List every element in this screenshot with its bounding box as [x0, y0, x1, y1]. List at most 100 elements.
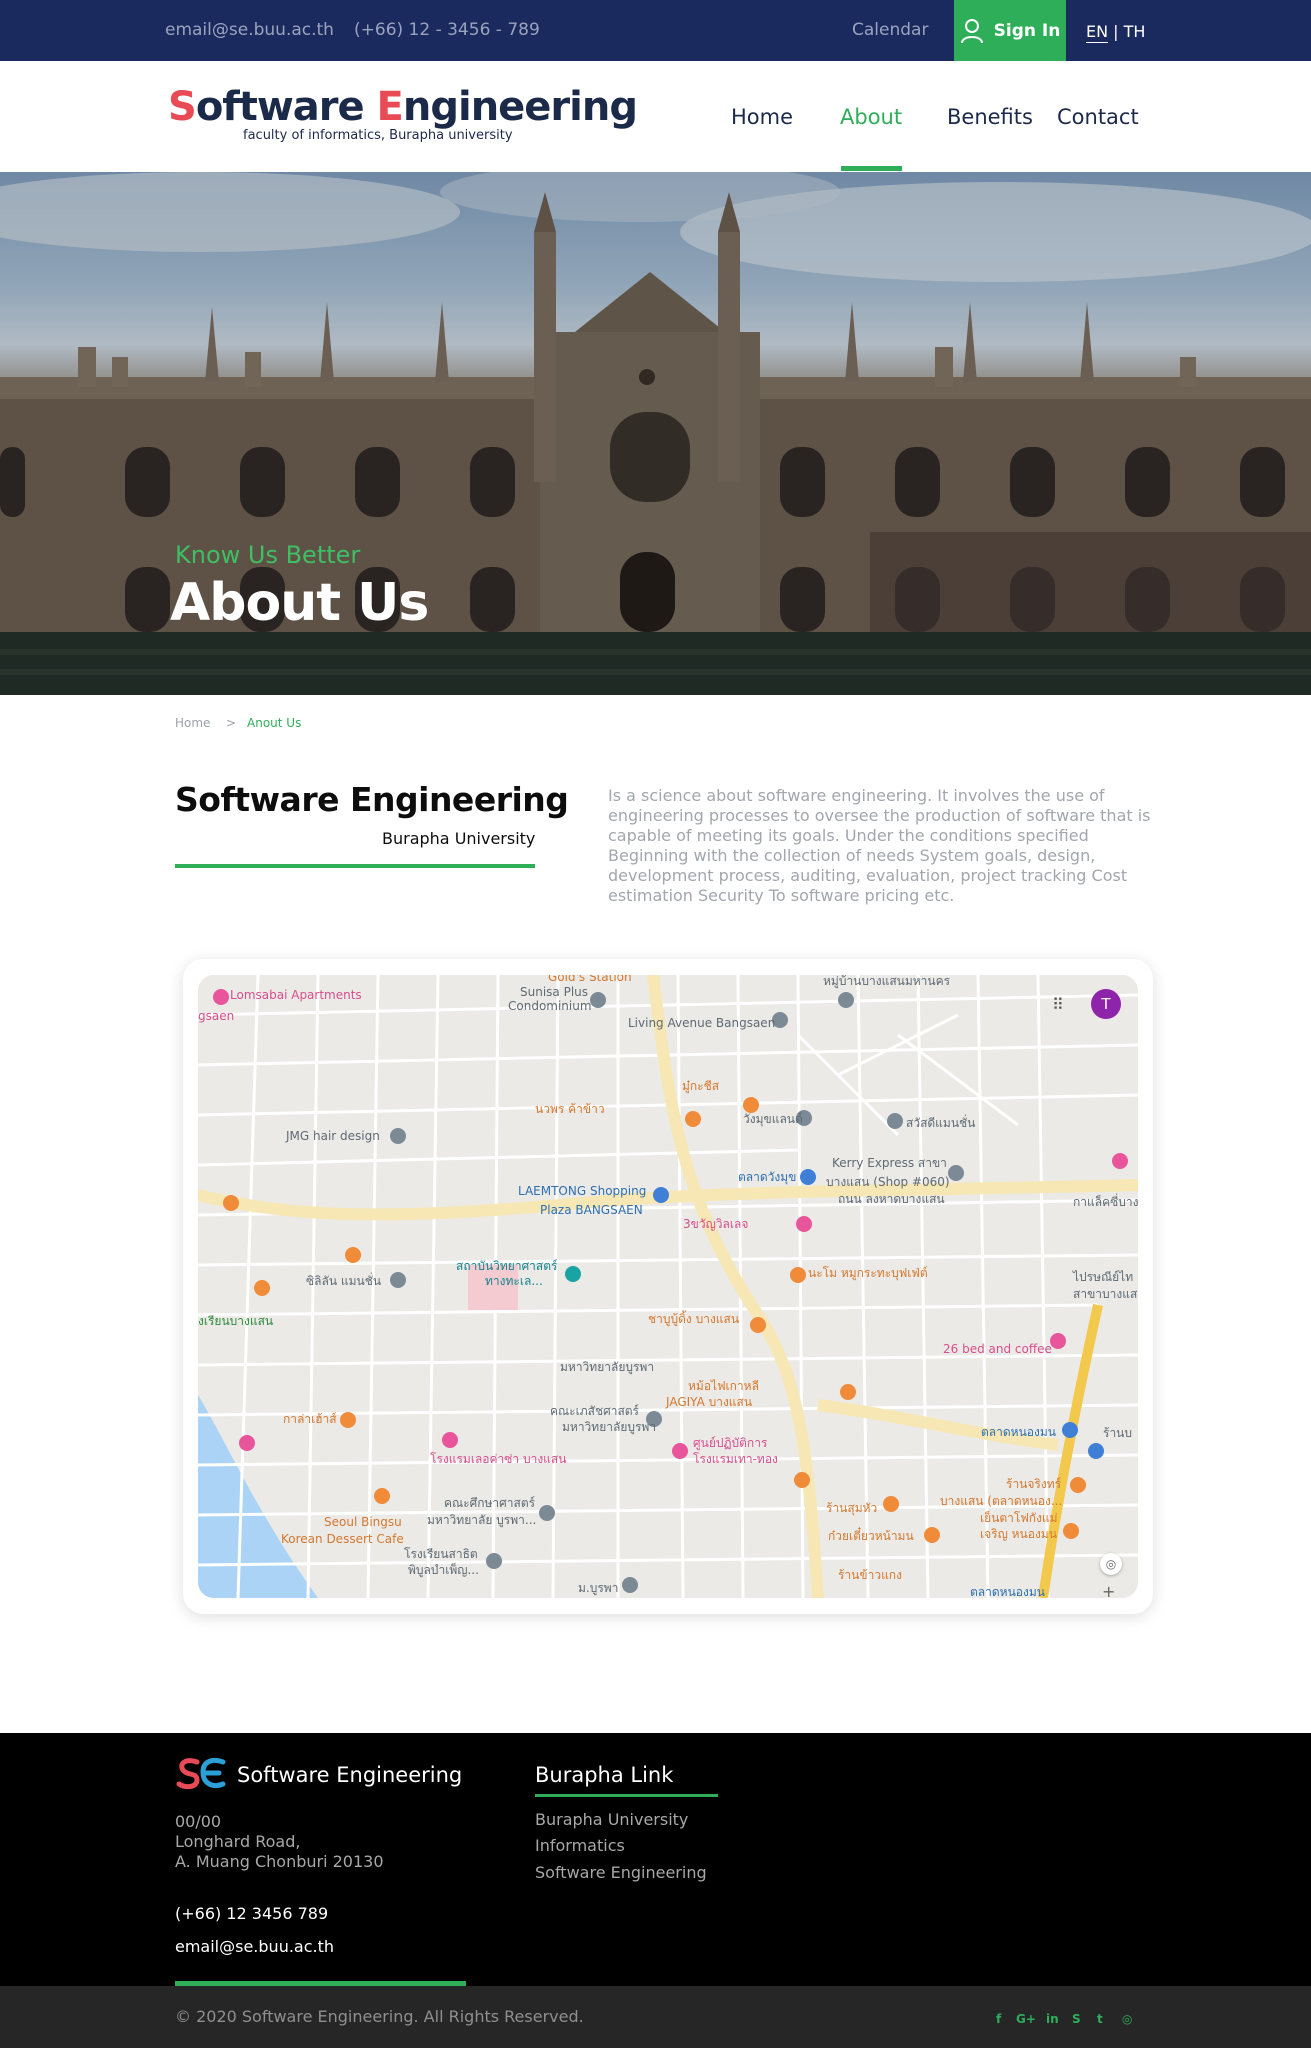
instagram-icon[interactable]: ◎	[1122, 2012, 1132, 2026]
map-label: Seoul Bingsu	[324, 1515, 402, 1529]
map-label: งเรียนบางแสน	[198, 1314, 274, 1328]
site-logo[interactable]: Software Engineering	[168, 84, 638, 130]
nav-contact[interactable]: Contact	[1057, 105, 1139, 129]
about-subtitle: Burapha University	[382, 829, 536, 848]
map-label: หมู่บ้านบางแสนมหานคร	[823, 975, 951, 988]
map-label: Korean Dessert Cafe	[281, 1532, 404, 1546]
map-label: JAGIYA บางแสน	[666, 1395, 753, 1409]
nav-about[interactable]: About	[840, 105, 902, 129]
map-label: LAEMTONG Shopping	[518, 1184, 647, 1198]
map-label: ร้านสุมหัว	[826, 1501, 878, 1515]
nav-benefits[interactable]: Benefits	[947, 105, 1033, 129]
map-label: สาขาบางแสน	[1073, 1287, 1138, 1301]
footer-address-line1: 00/00	[175, 1812, 222, 1831]
map-label: ร้านจริงทร์	[1006, 1477, 1062, 1491]
map-label: ม.บูรพา	[578, 1581, 619, 1595]
map-label: นวพร ค้าข้าว	[535, 1102, 605, 1116]
lang-th[interactable]: TH	[1124, 22, 1146, 41]
map-label: Kerry Express สาขา	[832, 1156, 947, 1170]
footer-address-line2: Longhard Road,	[175, 1832, 301, 1851]
user-icon	[960, 18, 983, 43]
map-label: มู๋กะชีส	[682, 1079, 720, 1093]
lang-separator: |	[1113, 22, 1119, 41]
map-label: กาแล็คซี่บาง	[1073, 1195, 1138, 1209]
map-label: Sunisa Plus	[520, 985, 589, 999]
skype-icon[interactable]: S	[1072, 2012, 1081, 2026]
map-label: บางแสน (ตลาดหนอง...	[940, 1494, 1063, 1508]
map-label: มหาวิทยาลัย บูรพา...	[427, 1513, 537, 1527]
top-phone-link[interactable]: (+66) 12 - 3456 - 789	[354, 20, 540, 40]
map-label: ชาบูบู้ดิ้ง บางแสน	[648, 1312, 740, 1326]
about-divider	[175, 864, 535, 868]
map-label: ตลาดหนองมน	[981, 1425, 1056, 1439]
map-account-avatar[interactable]: T	[1091, 989, 1121, 1019]
top-email-link[interactable]: email@se.buu.ac.th	[165, 20, 334, 40]
footer-link-informatics[interactable]: Informatics	[535, 1836, 625, 1855]
footer-links-title: Burapha Link	[535, 1763, 674, 1787]
footer-link-software-engineering[interactable]: Software Engineering	[535, 1863, 707, 1882]
map-label: บางแสน (Shop #060)	[826, 1175, 950, 1189]
about-title: Software Engineering	[175, 780, 569, 819]
twitter-icon[interactable]: t	[1097, 2012, 1103, 2026]
se-logo-icon[interactable]	[175, 1756, 227, 1792]
map-label: โรงเรียนสาธิต	[404, 1547, 478, 1561]
map-label: โรงแรมเลอค่าซ่า บางแสน	[430, 1452, 567, 1466]
breadcrumb-current: Anout Us	[247, 716, 302, 730]
sign-in-label: Sign In	[993, 20, 1061, 41]
lang-en[interactable]: EN	[1086, 22, 1109, 43]
breadcrumb-home[interactable]: Home	[175, 716, 210, 730]
language-switcher: EN | TH	[1086, 22, 1146, 43]
nav-active-indicator	[841, 166, 902, 171]
map-label: นะโม หมูกระทะบุฟเฟ่ต์	[808, 1266, 928, 1280]
logo-letter-s: S	[168, 84, 197, 130]
map-label: ถนน ลงหาดบางแสน	[838, 1192, 945, 1206]
map-label: 3ขวัญวิลเลจ	[683, 1217, 749, 1231]
linkedin-icon[interactable]: in	[1046, 2012, 1059, 2026]
footer-links-underline	[535, 1794, 718, 1797]
nav-home[interactable]: Home	[731, 105, 793, 129]
map-label: JMG hair design	[286, 1129, 380, 1143]
copyright: © 2020 Software Engineering. All Rights …	[175, 2007, 584, 2026]
map-label: 26 bed and coffee	[943, 1342, 1052, 1356]
my-location-icon[interactable]: ◎	[1100, 1553, 1122, 1575]
map-label: กาล่าเฮ้าส์	[283, 1412, 337, 1426]
map-label: Gold's Station	[548, 975, 632, 984]
breadcrumb-separator: >	[226, 716, 237, 730]
about-description: Is a science about software engineering.…	[608, 786, 1151, 905]
sign-in-button[interactable]: Sign In	[954, 0, 1066, 61]
map-label: มหาวิทยาลัยบูรพา	[560, 1360, 655, 1374]
map-label: คณะเภสัชศาสตร์	[550, 1404, 640, 1418]
map-label: Condominium	[508, 999, 592, 1013]
map-label: สถาบันวิทยาศาสตร์	[456, 1259, 558, 1273]
footer-email[interactable]: email@se.buu.ac.th	[175, 1937, 334, 1956]
footer-brand: Software Engineering	[237, 1763, 463, 1787]
map-label: gsaen	[198, 1009, 235, 1023]
map-label: ไปรษณีย์ไท	[1073, 1270, 1134, 1284]
facebook-icon[interactable]: f	[996, 2012, 1001, 2026]
logo-subtitle: faculty of informatics, Burapha universi…	[243, 128, 513, 143]
map-label: Living Avenue Bangsaen	[628, 1016, 776, 1030]
apps-grid-icon[interactable]: ⠿	[1052, 995, 1064, 1014]
map-label: เจริญ หนองมน	[980, 1527, 1057, 1541]
map-label: ซิลิลัน แมนชั่น	[306, 1274, 382, 1288]
footer-link-burapha[interactable]: Burapha University	[535, 1810, 688, 1829]
embedded-map[interactable]: Lomsabai Apartments gsaen Sunisa Plus Co…	[198, 975, 1138, 1598]
hero-title: About Us	[170, 573, 429, 633]
logo-text-2: ngineering	[402, 84, 638, 130]
hero-eyebrow: Know Us Better	[175, 541, 361, 569]
map-label: ก๋วยเตี๋ยวหน้ามน	[828, 1529, 914, 1543]
footer-phone[interactable]: (+66) 12 3456 789	[175, 1904, 328, 1923]
map-label: หม้อไฟเกาหลี	[688, 1379, 759, 1393]
map-label: ตลาดหนองมน	[970, 1585, 1045, 1599]
map-label: ร้านบ	[1103, 1426, 1133, 1440]
zoom-in-icon[interactable]: +	[1102, 1582, 1115, 1598]
map-label: พิบูลบำเพ็ญ...	[408, 1563, 479, 1577]
logo-letter-e: E	[376, 84, 404, 130]
map-label: สวัสดีแมนชั่น	[906, 1116, 976, 1130]
calendar-link[interactable]: Calendar	[852, 20, 928, 40]
google-plus-icon[interactable]: G+	[1016, 2012, 1036, 2026]
map-label: โรงแรมเทา-ทอง	[693, 1452, 778, 1466]
map-label: Plaza BANGSAEN	[540, 1203, 643, 1217]
top-bar: email@se.buu.ac.th (+66) 12 - 3456 - 789…	[0, 0, 1311, 61]
map-label: มหาวิทยาลัยบูรพา	[562, 1420, 657, 1434]
